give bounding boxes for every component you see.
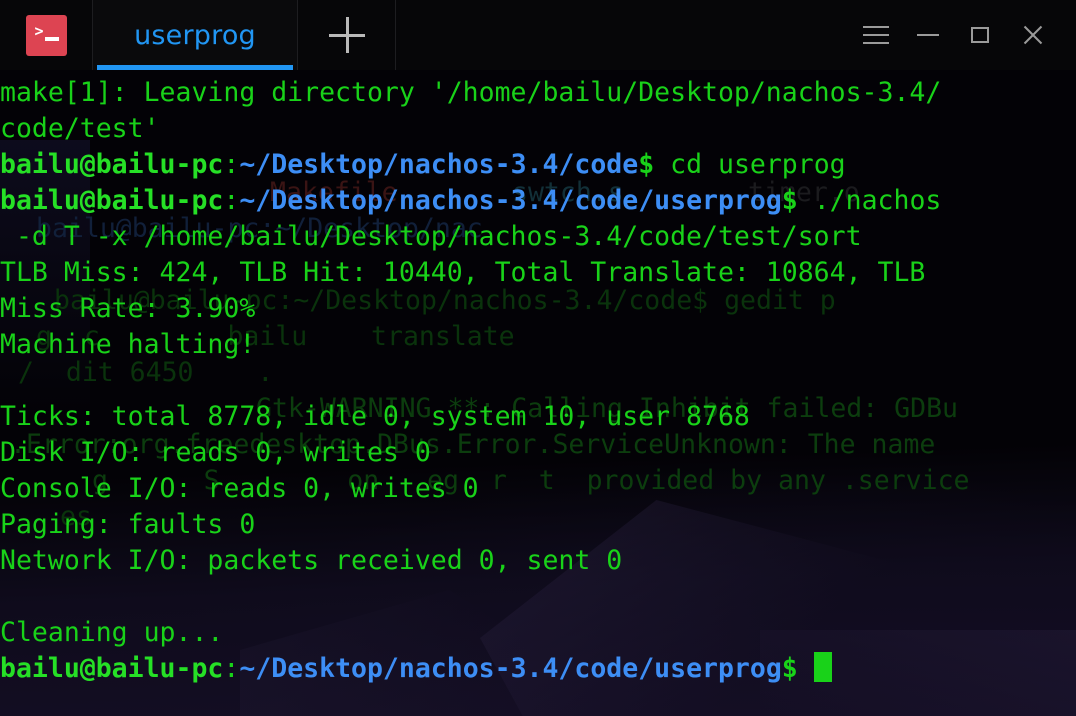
terminal-text: make[1]: Leaving directory '/home/bailu/… [0, 77, 942, 108]
minimize-button[interactable] [902, 8, 954, 62]
terminal-text: : [223, 149, 240, 180]
terminal-text: Paging: faults 0 [0, 509, 256, 540]
terminal-line: TLB Miss: 424, TLB Hit: 10440, Total Tra… [0, 255, 1076, 291]
terminal-line: Cleaning up... [0, 615, 1076, 651]
terminal-text: ~/Desktop/nachos-3.4/code [239, 149, 639, 180]
terminal-line: Miss Rate: 3.90% [0, 291, 1076, 327]
terminal-text: Ticks: total 8778, idle 0, system 10, us… [0, 401, 750, 432]
terminal-icon: > [25, 14, 67, 56]
terminal-cursor [813, 652, 832, 682]
terminal-line: Machine halting! [0, 327, 1076, 363]
terminal-line: make[1]: Leaving directory '/home/bailu/… [0, 75, 1076, 111]
terminal-text: bailu@bailu-pc [0, 149, 224, 180]
terminal-text: Miss Rate: 3.90% [0, 293, 256, 324]
terminal-line: Ticks: total 8778, idle 0, system 10, us… [0, 399, 1076, 435]
maximize-button[interactable] [954, 8, 1006, 62]
terminal-icon-chevron: > [34, 21, 44, 40]
terminal-text: : [223, 653, 240, 684]
terminal-text: bailu@bailu-pc [0, 185, 224, 216]
terminal-text: : [223, 185, 240, 216]
terminal-text: bailu@bailu-pc [0, 653, 224, 684]
new-tab-button[interactable] [298, 0, 396, 70]
terminal-line: Console I/O: reads 0, writes 0 [0, 471, 1076, 507]
terminal-line: Paging: faults 0 [0, 507, 1076, 543]
terminal-text: code/test' [0, 113, 160, 144]
terminal-text: ./nachos [797, 185, 942, 216]
terminal-text-layer: make[1]: Leaving directory '/home/bailu/… [0, 70, 1076, 716]
terminal-line: code/test' [0, 111, 1076, 147]
close-button[interactable] [1006, 8, 1058, 62]
terminal-text: Network I/O: packets received 0, sent 0 [0, 545, 623, 576]
menu-button[interactable] [850, 8, 902, 62]
tab-userprog-label: userprog [134, 19, 256, 51]
terminal-text: cd userprog [654, 149, 846, 180]
terminal-icon-underscore [44, 36, 59, 41]
terminal-text: TLB Miss: 424, TLB Hit: 10440, Total Tra… [0, 257, 926, 288]
terminal-text: ~/Desktop/nachos-3.4/code/userprog [239, 185, 782, 216]
terminal-text: ~/Desktop/nachos-3.4/code/userprog [239, 653, 782, 684]
terminal-text: Cleaning up... [0, 617, 224, 648]
terminal-window: > userprog Makefile swtch.s timer.o bail… [0, 0, 1076, 716]
terminal-text: Disk I/O: reads 0, writes 0 [0, 437, 431, 468]
terminal-line: Disk I/O: reads 0, writes 0 [0, 435, 1076, 471]
terminal-line: bailu@bailu-pc:~/Desktop/nachos-3.4/code… [0, 183, 1076, 219]
terminal-text: Machine halting! [0, 329, 256, 360]
minimize-icon [917, 34, 939, 36]
terminal-line: bailu@bailu-pc:~/Desktop/nachos-3.4/code… [0, 651, 1076, 687]
title-bar: > userprog [0, 0, 1076, 70]
window-controls [850, 0, 1076, 70]
terminal-text: $ [781, 653, 798, 684]
maximize-icon [971, 27, 989, 43]
terminal-text: $ [638, 149, 655, 180]
close-icon [1021, 24, 1043, 46]
titlebar-spacer [396, 0, 850, 70]
terminal-text: -d T -x /home/bailu/Desktop/nachos-3.4/c… [0, 221, 862, 252]
plus-icon [328, 17, 365, 53]
terminal-text: Console I/O: reads 0, writes 0 [0, 473, 479, 504]
terminal-text: $ [781, 185, 798, 216]
terminal-line: Network I/O: packets received 0, sent 0 [0, 543, 1076, 579]
terminal-line: bailu@bailu-pc:~/Desktop/nachos-3.4/code… [0, 147, 1076, 183]
tab-userprog[interactable]: userprog [92, 0, 298, 70]
terminal-line: -d T -x /home/bailu/Desktop/nachos-3.4/c… [0, 219, 1076, 255]
hamburger-menu-icon [863, 26, 889, 44]
terminal-output-area[interactable]: Makefile swtch.s timer.o bailu@bailu-pc:~/D… [0, 70, 1076, 716]
app-icon-container: > [0, 0, 92, 70]
